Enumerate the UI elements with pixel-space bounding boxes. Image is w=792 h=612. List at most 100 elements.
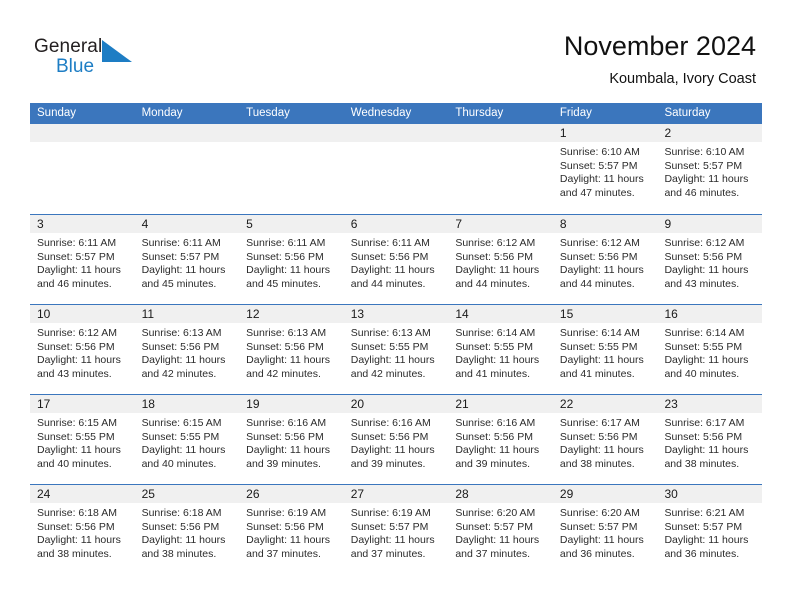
calendar-day-cell[interactable]: 3 Sunrise: 6:11 AM Sunset: 5:57 PM Daylight… (30, 215, 135, 304)
day-number: 3 (37, 217, 44, 231)
calendar-day-cell[interactable]: 29 Sunrise: 6:20 AM Sunset: 5:57 PM Dayligh… (552, 485, 658, 574)
day-detail-line: Sunrise: 6:12 AM (664, 237, 745, 249)
weekday-header-thursday: Thursday (455, 107, 504, 119)
day-detail-line: Daylight: 11 hours (350, 264, 435, 277)
day-detail-line: Daylight: 11 hours (246, 354, 331, 367)
day-number-band: 13 (343, 305, 449, 323)
weekday-header-row: Sunday Monday Tuesday Wednesday Thursday Frid… (30, 103, 762, 124)
calendar-day-cell[interactable]: 28 Sunrise: 6:20 AM Sunset: 5:57 PM Dayligh… (448, 485, 553, 574)
day-detail-line: Sunset: 5:55 PM (141, 430, 220, 443)
day-number-band: 18 (134, 395, 240, 413)
day-detail-line: Sunrise: 6:16 AM (246, 417, 327, 429)
calendar-day-cell[interactable]: 25 Sunrise: 6:18 AM Sunset: 5:56 PM Dayligh… (134, 485, 240, 574)
calendar-day-cell[interactable]: 6 Sunrise: 6:11 AM Sunset: 5:56 PM Daylight… (343, 215, 449, 304)
day-detail-line: Sunrise: 6:13 AM (246, 327, 327, 339)
calendar-day-cell[interactable]: 14 Sunrise: 6:14 AM Sunset: 5:55 PM Dayligh… (448, 305, 553, 394)
weekday-header-friday: Friday (559, 107, 592, 119)
day-detail-line: Sunset: 5:55 PM (37, 430, 115, 443)
calendar-day-cell[interactable]: 30 Sunrise: 6:21 AM Sunset: 5:57 PM Dayligh… (657, 485, 763, 574)
day-details: Sunrise: 6:13 AM Sunset: 5:55 PM Daylight:… (344, 323, 449, 381)
day-detail-line: and 38 minutes. (559, 457, 635, 470)
calendar-day-cell[interactable]: 22 Sunrise: 6:17 AM Sunset: 5:56 PM Dayligh… (552, 395, 658, 484)
calendar-day-cell[interactable]: 8 Sunrise: 6:12 AM Sunset: 5:56 PM Daylight… (552, 215, 658, 304)
day-detail-line: Sunrise: 6:17 AM (664, 417, 745, 429)
calendar-day-cell[interactable]: 24 Sunrise: 6:18 AM Sunset: 5:56 PM Dayligh… (30, 485, 135, 574)
day-number-band: 1 (552, 124, 658, 142)
calendar-page: General Blue November 2024 Koumbala, Ivo… (0, 0, 792, 612)
day-detail-line: Daylight: 11 hours (664, 264, 749, 277)
day-detail-line: Sunset: 5:56 PM (455, 430, 533, 443)
day-number: 15 (559, 307, 574, 321)
day-detail-line: Sunset: 5:55 PM (664, 340, 743, 353)
day-number-band: 27 (343, 485, 449, 503)
day-number-band: 6 (343, 215, 449, 233)
calendar-day-cell-empty (448, 124, 553, 214)
day-number: 18 (141, 397, 155, 411)
calendar-day-cell[interactable]: 23 Sunrise: 6:17 AM Sunset: 5:56 PM Dayligh… (657, 395, 763, 484)
calendar-day-cell[interactable]: 19 Sunrise: 6:16 AM Sunset: 5:56 PM Dayligh… (239, 395, 344, 484)
day-detail-line: and 40 minutes. (664, 367, 740, 380)
day-detail-line: Daylight: 11 hours (141, 264, 226, 277)
calendar-day-cell[interactable]: 10 Sunrise: 6:12 AM Sunset: 5:56 PM Dayligh… (30, 305, 135, 394)
day-detail-line: Sunrise: 6:19 AM (246, 507, 327, 519)
general-blue-logo[interactable]: General Blue (34, 36, 154, 84)
calendar-day-cell[interactable]: 26 Sunrise: 6:19 AM Sunset: 5:56 PM Dayligh… (239, 485, 344, 574)
calendar-day-cell[interactable]: 9 Sunrise: 6:12 AM Sunset: 5:56 PM Daylight… (657, 215, 763, 304)
logo-text-general: General (34, 36, 103, 57)
calendar-day-cell[interactable]: 15 Sunrise: 6:14 AM Sunset: 5:55 PM Dayligh… (552, 305, 658, 394)
day-detail-line: Sunset: 5:56 PM (246, 430, 324, 443)
day-number: 14 (455, 307, 469, 321)
day-detail-line: Sunset: 5:56 PM (664, 430, 743, 443)
weekday-header-monday: Monday (141, 107, 183, 119)
day-detail-line: Daylight: 11 hours (559, 534, 644, 547)
calendar-day-cell[interactable]: 2 Sunrise: 6:10 AM Sunset: 5:57 PM Daylight… (657, 124, 763, 214)
day-detail-line: and 37 minutes. (455, 547, 531, 560)
day-detail-line: and 42 minutes. (246, 367, 321, 380)
day-number: 24 (37, 487, 51, 501)
calendar-day-cell[interactable]: 1 Sunrise: 6:10 AM Sunset: 5:57 PM Daylight… (552, 124, 658, 214)
day-detail-line: and 44 minutes. (455, 277, 531, 290)
day-detail-line: and 39 minutes. (246, 457, 321, 470)
calendar-day-cell[interactable]: 27 Sunrise: 6:19 AM Sunset: 5:57 PM Dayligh… (343, 485, 449, 574)
day-number: 1 (559, 126, 567, 140)
day-detail-line: and 39 minutes. (350, 457, 426, 470)
calendar-day-cell[interactable]: 13 Sunrise: 6:13 AM Sunset: 5:55 PM Dayligh… (343, 305, 449, 394)
day-details: Sunrise: 6:13 AM Sunset: 5:56 PM Daylight:… (239, 323, 344, 381)
day-detail-line: Sunset: 5:57 PM (664, 520, 743, 533)
day-detail-line: and 43 minutes. (37, 367, 112, 380)
day-details: Sunrise: 6:15 AM Sunset: 5:55 PM Daylight:… (135, 413, 240, 471)
calendar-day-cell[interactable]: 21 Sunrise: 6:16 AM Sunset: 5:56 PM Dayligh… (448, 395, 553, 484)
day-number: 4 (141, 217, 149, 231)
day-detail-line: Sunset: 5:56 PM (350, 430, 429, 443)
calendar-day-cell[interactable]: 11 Sunrise: 6:13 AM Sunset: 5:56 PM Dayligh… (134, 305, 240, 394)
day-detail-line: Sunrise: 6:10 AM (559, 146, 640, 158)
calendar-day-cell[interactable]: 12 Sunrise: 6:13 AM Sunset: 5:56 PM Dayligh… (239, 305, 344, 394)
day-number: 27 (350, 487, 365, 501)
day-detail-line: Daylight: 11 hours (141, 444, 226, 457)
day-detail-line: and 36 minutes. (559, 547, 635, 560)
calendar-week-row: 24 Sunrise: 6:18 AM Sunset: 5:56 PM Dayligh… (30, 484, 763, 574)
day-detail-line: Sunset: 5:55 PM (559, 340, 638, 353)
day-detail-line: Sunset: 5:56 PM (141, 340, 220, 353)
day-number: 30 (664, 487, 678, 501)
day-detail-line: Sunrise: 6:20 AM (559, 507, 640, 519)
calendar-day-cell[interactable]: 18 Sunrise: 6:15 AM Sunset: 5:55 PM Dayligh… (134, 395, 240, 484)
day-details: Sunrise: 6:16 AM Sunset: 5:56 PM Daylight:… (448, 413, 553, 471)
day-details: Sunrise: 6:17 AM Sunset: 5:56 PM Daylight:… (657, 413, 762, 471)
calendar-day-cell[interactable]: 4 Sunrise: 6:11 AM Sunset: 5:57 PM Daylight… (134, 215, 240, 304)
day-detail-line: Daylight: 11 hours (246, 444, 331, 457)
day-number: 19 (246, 397, 260, 411)
weekday-header-sunday: Sunday (37, 107, 77, 119)
day-detail-line: Sunrise: 6:11 AM (246, 237, 326, 249)
day-number-band: 28 (448, 485, 553, 503)
day-detail-line: Sunrise: 6:12 AM (37, 327, 117, 339)
calendar-day-cell[interactable]: 17 Sunrise: 6:15 AM Sunset: 5:55 PM Dayligh… (30, 395, 135, 484)
day-number-band: 22 (552, 395, 658, 413)
calendar-day-cell[interactable]: 7 Sunrise: 6:12 AM Sunset: 5:56 PM Daylight… (448, 215, 553, 304)
day-number-band (239, 124, 344, 142)
day-detail-line: and 39 minutes. (455, 457, 531, 470)
calendar-day-cell[interactable]: 16 Sunrise: 6:14 AM Sunset: 5:55 PM Dayligh… (657, 305, 763, 394)
calendar-day-cell[interactable]: 20 Sunrise: 6:16 AM Sunset: 5:56 PM Dayligh… (343, 395, 449, 484)
calendar-day-cell[interactable]: 5 Sunrise: 6:11 AM Sunset: 5:56 PM Daylight… (239, 215, 344, 304)
day-detail-line: and 41 minutes. (559, 367, 635, 380)
